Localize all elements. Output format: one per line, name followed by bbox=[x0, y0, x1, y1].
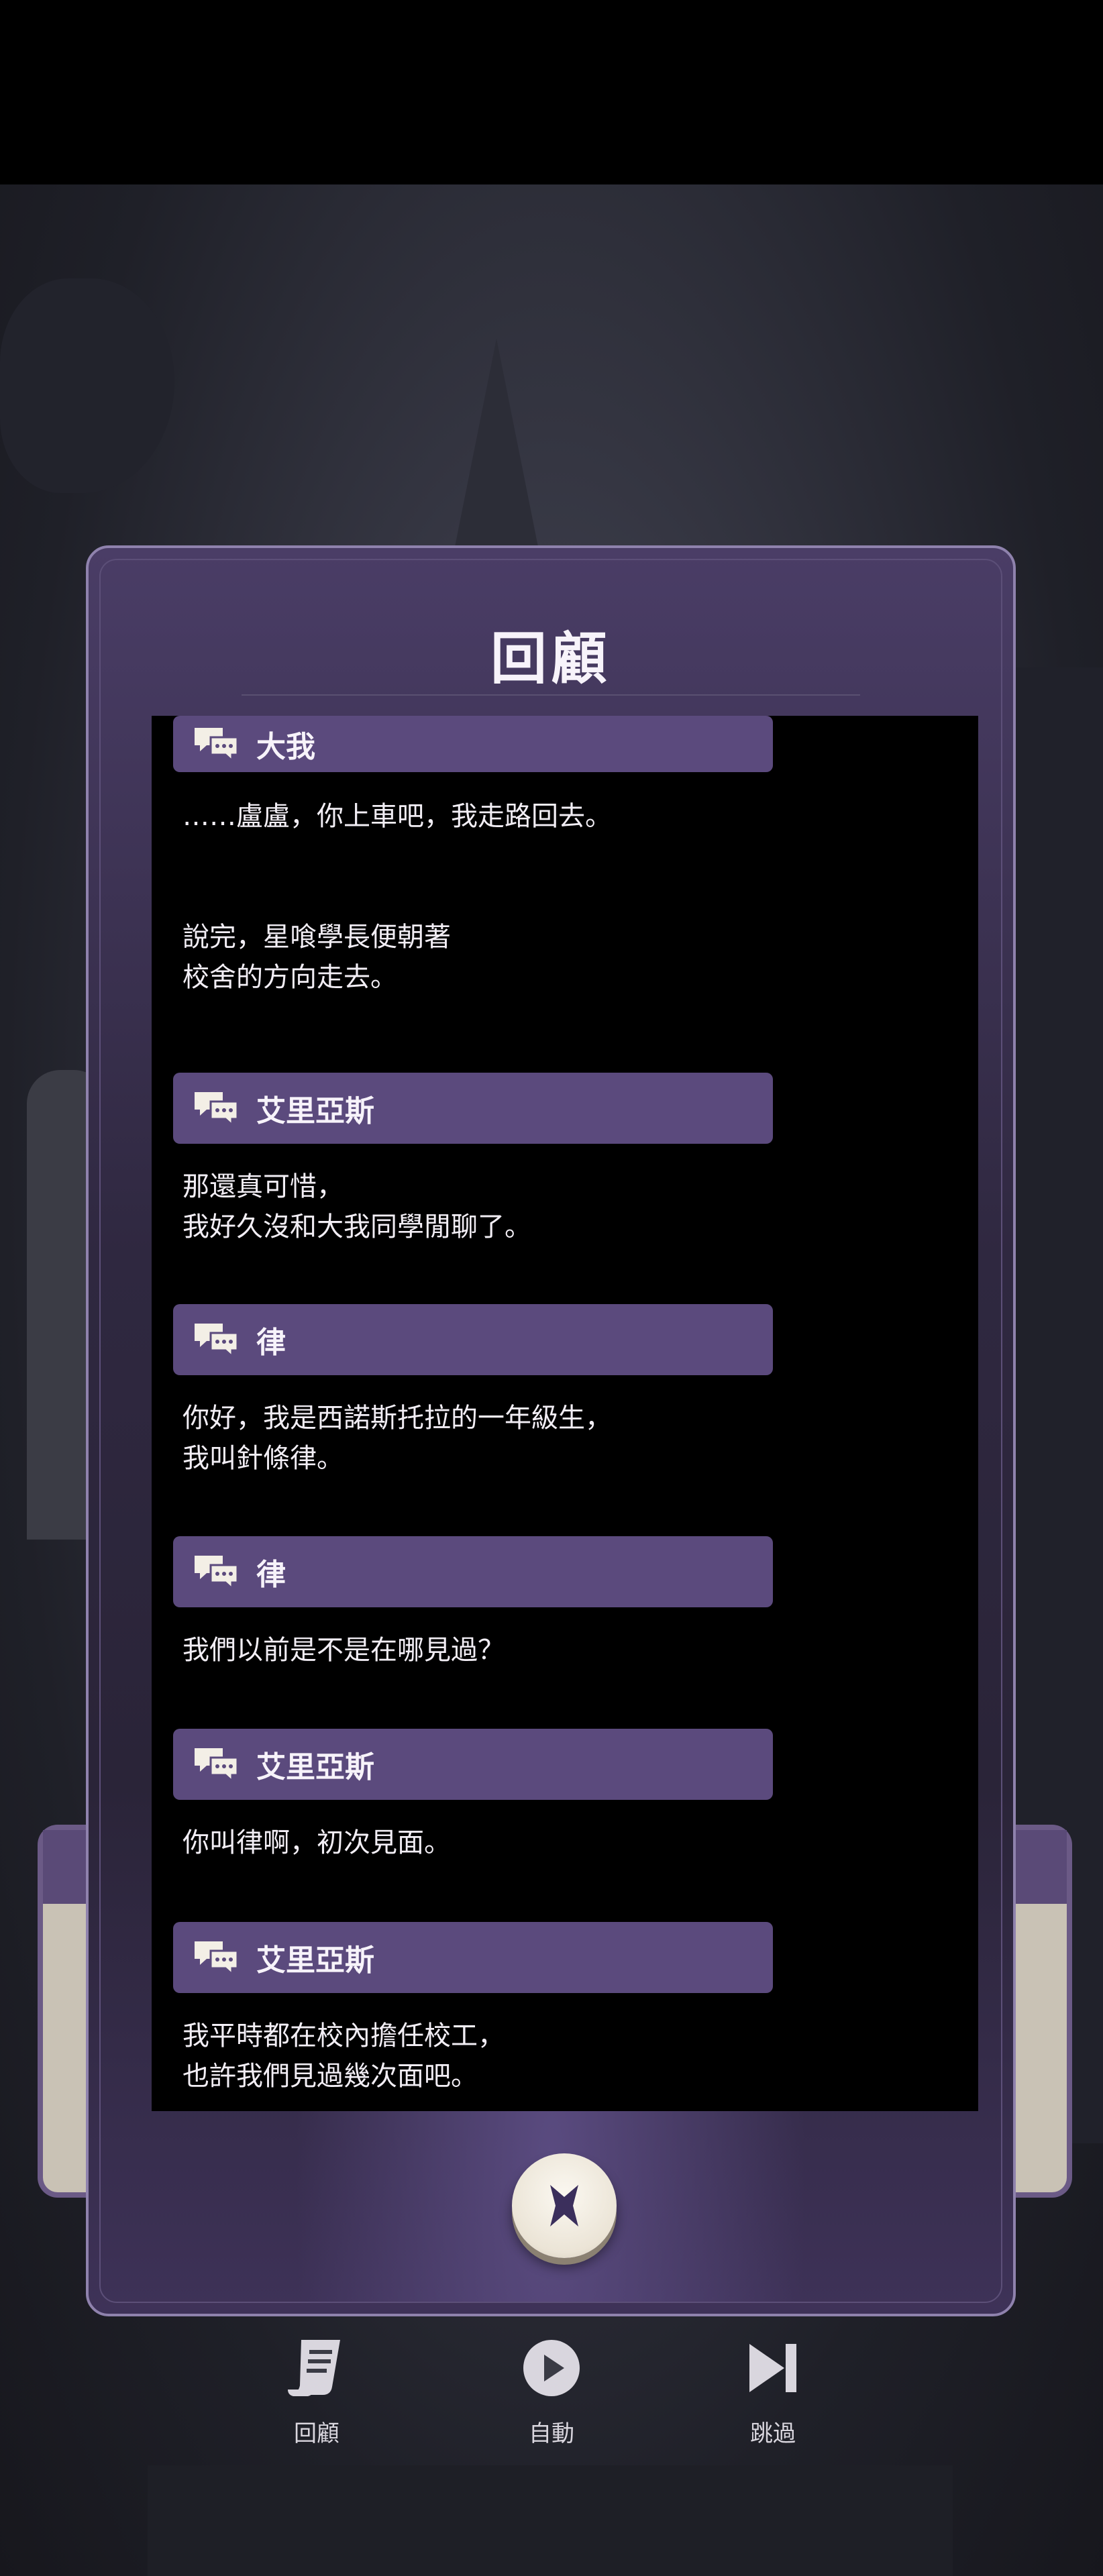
dialogue-text: 我平時都在校內擔任校工， 也許我們見過幾次面吧。 bbox=[182, 2021, 505, 2092]
top-black-bar bbox=[0, 0, 1103, 184]
speaker-name-bar: 大我 bbox=[173, 716, 773, 772]
chat-bubbles-icon bbox=[195, 1941, 239, 1976]
speaker-name-bar: 艾里亞斯 bbox=[173, 1922, 773, 1993]
dialogue-text: ……盧盧，你上車吧，我走路回去。 說完，星喰學長便朝著 校舍的方向走去。 bbox=[182, 801, 612, 993]
title-divider bbox=[242, 694, 860, 696]
skip-icon bbox=[749, 2344, 796, 2392]
skip-button[interactable]: 跳過 bbox=[706, 2334, 840, 2482]
dialog-title: 回顧 bbox=[490, 626, 611, 692]
backlog-dialog: 回顧 大我 ……盧盧，你上車吧，我走路回去。 說完，星喰學長便朝著 校舍的方向走… bbox=[86, 545, 1016, 2316]
speaker-name-bar: 艾里亞斯 bbox=[173, 1073, 773, 1144]
close-button[interactable] bbox=[512, 2153, 617, 2258]
dialogue-text: 那還真可惜， 我好久沒和大我同學閒聊了。 bbox=[182, 1171, 531, 1242]
log-button-label: 回顧 bbox=[294, 2420, 339, 2447]
bottom-control-bar: 回顧 自動 跳過 bbox=[0, 2334, 1103, 2482]
speaker-name-bar: 律 bbox=[173, 1304, 773, 1375]
close-x-icon bbox=[550, 2185, 578, 2226]
chat-bubbles-icon bbox=[195, 1092, 239, 1127]
chat-bubbles-icon bbox=[195, 1748, 239, 1783]
speaker-name-bar: 律 bbox=[173, 1536, 773, 1607]
speaker-name: 艾里亞斯 bbox=[256, 1943, 374, 1978]
log-button[interactable]: 回顧 bbox=[250, 2334, 384, 2482]
skip-button-label: 跳過 bbox=[750, 2420, 796, 2447]
dialogue-text: 你好，我是西諾斯托拉的一年級生， 我叫針條律。 bbox=[182, 1403, 612, 1474]
auto-button[interactable]: 自動 bbox=[484, 2334, 619, 2482]
auto-button-label: 自動 bbox=[529, 2420, 574, 2447]
chat-bubbles-icon bbox=[195, 1324, 239, 1358]
speaker-name: 律 bbox=[256, 1558, 286, 1592]
tree-silhouette bbox=[0, 278, 174, 493]
speaker-name: 大我 bbox=[256, 730, 315, 764]
chat-bubbles-icon bbox=[195, 728, 239, 763]
speaker-name: 律 bbox=[256, 1326, 286, 1360]
backlog-dialog-frame: 回顧 大我 ……盧盧，你上車吧，我走路回去。 說完，星喰學長便朝著 校舍的方向走… bbox=[99, 559, 1002, 2303]
speaker-name: 艾里亞斯 bbox=[256, 1750, 374, 1784]
scroll-log-icon bbox=[288, 2340, 340, 2396]
dialogue-text: 你叫律啊，初次見面。 bbox=[182, 1827, 451, 1858]
dialogue-text: 我們以前是不是在哪見過？ bbox=[182, 1635, 505, 1666]
play-icon bbox=[523, 2340, 580, 2396]
speaker-name: 艾里亞斯 bbox=[256, 1094, 374, 1128]
chat-bubbles-icon bbox=[195, 1556, 239, 1591]
backlog-list[interactable]: 大我 ……盧盧，你上車吧，我走路回去。 說完，星喰學長便朝著 校舍的方向走去。 … bbox=[152, 716, 978, 2111]
speaker-name-bar: 艾里亞斯 bbox=[173, 1729, 773, 1800]
